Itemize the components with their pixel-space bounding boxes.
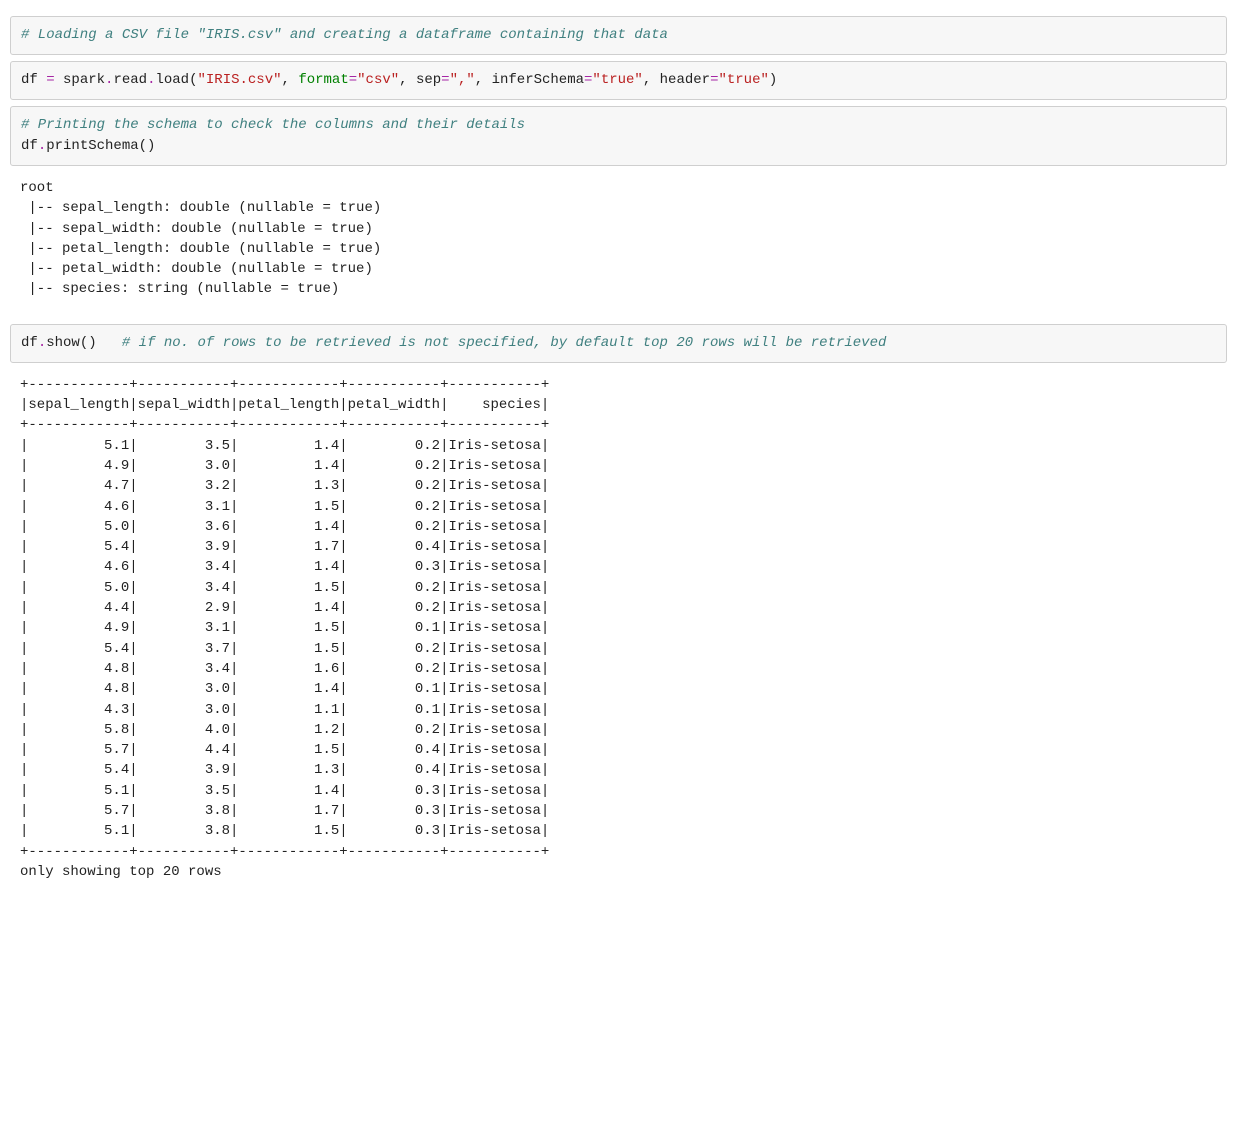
code-token: # Loading a CSV file "IRIS.csv" and crea… — [21, 27, 668, 43]
code-token: , header — [643, 72, 710, 88]
code-token: df — [21, 138, 38, 154]
code-input-cell[interactable]: # Loading a CSV file "IRIS.csv" and crea… — [10, 16, 1227, 55]
code-token: () — [80, 335, 97, 351]
code-token: () — [139, 138, 156, 154]
code-token: spark — [55, 72, 105, 88]
code-token: . — [38, 138, 46, 154]
code-token: , — [282, 72, 299, 88]
code-token: df — [21, 72, 46, 88]
code-token: "IRIS.csv" — [197, 72, 281, 88]
code-token: format — [298, 72, 348, 88]
code-token: "," — [450, 72, 475, 88]
code-token: "true" — [718, 72, 768, 88]
code-token: = — [46, 72, 54, 88]
code-token: show — [46, 335, 80, 351]
code-token: # if no. of rows to be retrieved is not … — [122, 335, 887, 351]
code-input-cell[interactable]: df = spark.read.load("IRIS.csv", format=… — [10, 61, 1227, 100]
code-token: = — [441, 72, 449, 88]
code-token: # Printing the schema to check the colum… — [21, 117, 525, 133]
code-token — [97, 335, 122, 351]
dataframe-output: +------------+-----------+------------+-… — [10, 369, 1227, 892]
code-input-cell[interactable]: df.show() # if no. of rows to be retriev… — [10, 324, 1227, 363]
code-token: load — [155, 72, 189, 88]
code-token: , inferSchema — [475, 72, 584, 88]
code-token: = — [349, 72, 357, 88]
code-token: df — [21, 335, 38, 351]
code-token: "csv" — [357, 72, 399, 88]
code-token: "true" — [592, 72, 642, 88]
code-token: . — [38, 335, 46, 351]
code-token: read — [113, 72, 147, 88]
code-input-cell[interactable]: # Printing the schema to check the colum… — [10, 106, 1227, 166]
code-output-cell: root |-- sepal_length: double (nullable … — [10, 172, 1227, 310]
code-token: , sep — [399, 72, 441, 88]
code-token: printSchema — [46, 138, 138, 154]
notebook-container: # Loading a CSV file "IRIS.csv" and crea… — [10, 16, 1227, 892]
code-token: ) — [769, 72, 777, 88]
